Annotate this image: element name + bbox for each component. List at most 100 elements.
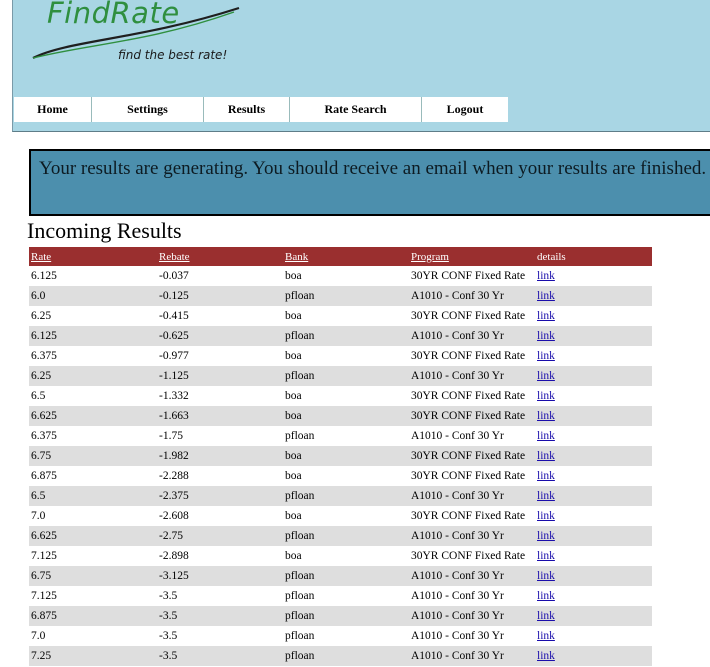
status-message: Your results are generating. You should … xyxy=(39,158,707,179)
details-link[interactable]: link xyxy=(537,490,555,502)
cell-details: link xyxy=(535,426,652,446)
nav-settings[interactable]: Settings xyxy=(92,97,204,122)
cell-program: A1010 - Conf 30 Yr xyxy=(409,366,535,386)
details-link[interactable]: link xyxy=(537,330,555,342)
table-body: 6.125 -0.037 boa 30YR CONF Fixed Rate link 6.… xyxy=(29,266,652,666)
cell-program: A1010 - Conf 30 Yr xyxy=(411,630,504,642)
header-details: details xyxy=(535,247,652,266)
cell-rebate: -1.75 xyxy=(159,430,183,442)
header-program[interactable]: Program xyxy=(409,247,535,266)
details-link[interactable]: link xyxy=(537,290,555,302)
cell-rate: 6.875 xyxy=(31,470,57,482)
cell-details: link xyxy=(535,626,652,646)
details-link[interactable]: link xyxy=(537,430,555,442)
cell-program: 30YR CONF Fixed Rate xyxy=(411,390,526,402)
details-link[interactable]: link xyxy=(537,630,555,642)
nav-logout[interactable]: Logout xyxy=(422,97,508,122)
cell-bank: pfloan xyxy=(283,526,409,546)
cell-bank: pfloan xyxy=(285,430,315,442)
logo-text: FindRate xyxy=(47,0,180,30)
cell-details: link xyxy=(535,346,652,366)
nav-results[interactable]: Results xyxy=(204,97,290,122)
cell-details: link xyxy=(535,466,652,486)
cell-details: link xyxy=(535,526,652,546)
cell-rebate: -2.898 xyxy=(159,550,189,562)
cell-bank: boa xyxy=(285,390,302,402)
cell-rate: 6.625 xyxy=(29,406,157,426)
results-table: Rate Rebate Bank Program details 6.125 -0… xyxy=(29,247,652,666)
sort-rebate-link[interactable]: Rebate xyxy=(159,251,190,263)
tagline: find the best rate! xyxy=(118,48,228,62)
cell-program: 30YR CONF Fixed Rate xyxy=(411,350,526,362)
details-link[interactable]: link xyxy=(537,270,555,282)
cell-rebate: -0.037 xyxy=(159,270,189,282)
header-rate[interactable]: Rate xyxy=(29,247,157,266)
details-link[interactable]: link xyxy=(537,450,555,462)
cell-program: A1010 - Conf 30 Yr xyxy=(409,566,535,586)
cell-rebate: -1.663 xyxy=(157,406,283,426)
cell-bank: boa xyxy=(283,406,409,426)
cell-details: link xyxy=(535,266,652,286)
details-link[interactable]: link xyxy=(537,530,555,542)
cell-bank: pfloan xyxy=(283,326,409,346)
cell-rebate: -3.5 xyxy=(157,606,283,626)
cell-bank: pfloan xyxy=(283,646,409,666)
table-row: 7.125 -3.5 pfloan A1010 - Conf 30 Yr link xyxy=(29,586,652,606)
details-link[interactable]: link xyxy=(537,610,555,622)
details-link[interactable]: link xyxy=(537,350,555,362)
main-nav: Home Settings Results Rate Search Logout xyxy=(14,97,508,122)
sort-program-link[interactable]: Program xyxy=(411,251,449,263)
table-row: 6.875 -2.288 boa 30YR CONF Fixed Rate link xyxy=(29,466,652,486)
cell-details: link xyxy=(535,546,652,566)
cell-rate: 6.375 xyxy=(31,430,57,442)
sort-bank-link[interactable]: Bank xyxy=(285,251,308,263)
cell-program: A1010 - Conf 30 Yr xyxy=(409,326,535,346)
cell-bank: boa xyxy=(285,510,302,522)
cell-bank: boa xyxy=(285,270,302,282)
details-link[interactable]: link xyxy=(537,510,555,522)
details-link[interactable]: link xyxy=(537,470,555,482)
cell-bank: boa xyxy=(285,470,302,482)
cell-details: link xyxy=(535,366,652,386)
cell-rate: 6.5 xyxy=(29,486,157,506)
table-row: 6.625 -1.663 boa 30YR CONF Fixed Rate link xyxy=(29,406,652,426)
table-row: 6.25 -0.415 boa 30YR CONF Fixed Rate link xyxy=(29,306,652,326)
nav-home[interactable]: Home xyxy=(14,97,92,122)
cell-rate: 7.125 xyxy=(31,590,57,602)
cell-program: 30YR CONF Fixed Rate xyxy=(409,446,535,466)
status-banner: Your results are generating. You should … xyxy=(29,149,710,216)
details-link[interactable]: link xyxy=(537,410,555,422)
table-row: 6.75 -1.982 boa 30YR CONF Fixed Rate link xyxy=(29,446,652,466)
cell-rate: 7.25 xyxy=(29,646,157,666)
section-title: Incoming Results xyxy=(27,218,182,243)
table-row: 7.25 -3.5 pfloan A1010 - Conf 30 Yr link xyxy=(29,646,652,666)
cell-rebate: -3.125 xyxy=(157,566,283,586)
cell-program: A1010 - Conf 30 Yr xyxy=(411,590,504,602)
cell-details: link xyxy=(535,306,652,326)
details-link[interactable]: link xyxy=(537,650,555,662)
cell-program: 30YR CONF Fixed Rate xyxy=(411,510,526,522)
details-link[interactable]: link xyxy=(537,590,555,602)
table-row: 6.25 -1.125 pfloan A1010 - Conf 30 Yr link xyxy=(29,366,652,386)
cell-rebate: -1.982 xyxy=(157,446,283,466)
cell-bank: boa xyxy=(285,550,302,562)
cell-rate: 6.125 xyxy=(31,270,57,282)
cell-rebate: -0.625 xyxy=(157,326,283,346)
details-link[interactable]: link xyxy=(537,570,555,582)
nav-rate-search[interactable]: Rate Search xyxy=(290,97,422,122)
table-row: 6.5 -1.332 boa 30YR CONF Fixed Rate link xyxy=(29,386,652,406)
details-link[interactable]: link xyxy=(537,550,555,562)
details-link[interactable]: link xyxy=(537,310,555,322)
details-link[interactable]: link xyxy=(537,390,555,402)
cell-bank: pfloan xyxy=(283,486,409,506)
header-rebate[interactable]: Rebate xyxy=(157,247,283,266)
cell-details: link xyxy=(535,446,652,466)
table-row: 6.0 -0.125 pfloan A1010 - Conf 30 Yr link xyxy=(29,286,652,306)
cell-rebate: -0.125 xyxy=(157,286,283,306)
cell-program: 30YR CONF Fixed Rate xyxy=(411,550,526,562)
sort-rate-link[interactable]: Rate xyxy=(31,251,51,263)
header-bank[interactable]: Bank xyxy=(283,247,409,266)
cell-details: link xyxy=(535,406,652,426)
table-row: 7.0 -2.608 boa 30YR CONF Fixed Rate link xyxy=(29,506,652,526)
details-link[interactable]: link xyxy=(537,370,555,382)
